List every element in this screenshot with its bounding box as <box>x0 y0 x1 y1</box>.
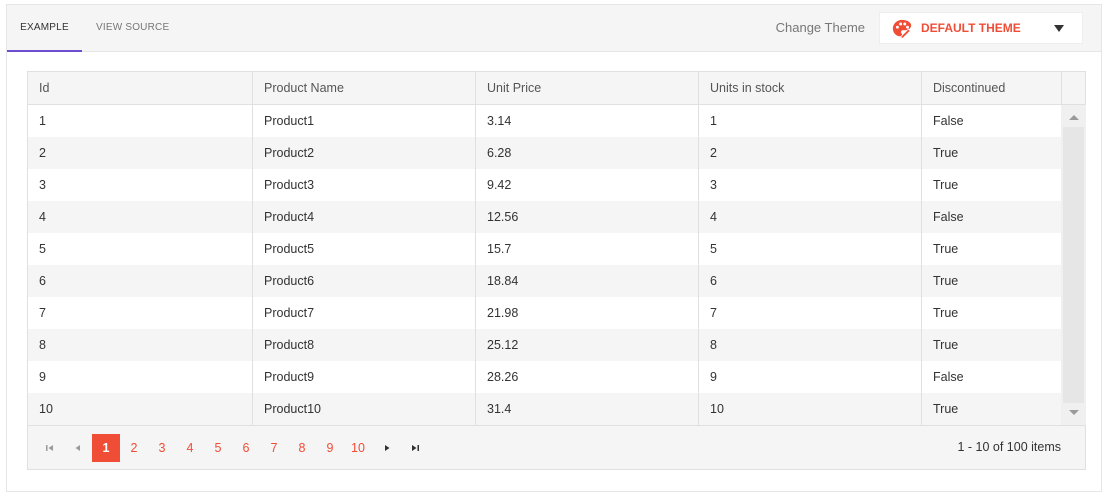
cell-unit-price: 15.7 <box>475 233 698 265</box>
table-row[interactable]: 5 Product5 15.7 5 True <box>28 233 1061 265</box>
prev-page-icon[interactable] <box>64 434 92 462</box>
page-button-10[interactable]: 10 <box>344 434 372 462</box>
demo-toolbar: Example View Source Change Theme Default… <box>7 5 1101 52</box>
cell-id: 8 <box>39 338 46 352</box>
page-button-4[interactable]: 4 <box>176 434 204 462</box>
cell-id: 5 <box>39 242 46 256</box>
column-header-units-in-stock[interactable]: Units in stock <box>698 72 921 104</box>
page-button-3[interactable]: 3 <box>148 434 176 462</box>
cell-discontinued: False <box>921 361 1061 393</box>
column-header-product-name[interactable]: Product Name <box>252 72 475 104</box>
column-header-id[interactable]: Id <box>28 72 252 104</box>
cell-id: 3 <box>39 178 46 192</box>
cell-unit-price: 31.4 <box>475 393 698 425</box>
grid-pager: 1 2 3 4 5 6 7 8 9 10 1 - 10 of 100 items <box>28 425 1085 469</box>
column-header-unit-price[interactable]: Unit Price <box>475 72 698 104</box>
cell-product-name: Product5 <box>252 233 475 265</box>
column-header-discontinued[interactable]: Discontinued <box>921 72 1061 104</box>
pager-info: 1 - 10 of 100 items <box>957 440 1061 454</box>
cell-product-name: Product9 <box>252 361 475 393</box>
cell-discontinued: True <box>921 329 1061 361</box>
cell-discontinued: True <box>921 297 1061 329</box>
cell-unit-price: 18.84 <box>475 265 698 297</box>
cell-id: 10 <box>39 402 53 416</box>
theme-dropdown[interactable]: Default Theme <box>879 12 1083 44</box>
cell-id: 9 <box>39 370 46 384</box>
table-row[interactable]: 8 Product8 25.12 8 True <box>28 329 1061 361</box>
cell-product-name: Product8 <box>252 329 475 361</box>
cell-product-name: Product3 <box>252 169 475 201</box>
page-button-2[interactable]: 2 <box>120 434 148 462</box>
cell-product-name: Product4 <box>252 201 475 233</box>
cell-discontinued: True <box>921 137 1061 169</box>
change-theme-label: Change Theme <box>775 20 865 35</box>
cell-product-name: Product2 <box>252 137 475 169</box>
table-row[interactable]: 6 Product6 18.84 6 True <box>28 265 1061 297</box>
cell-unit-price: 12.56 <box>475 201 698 233</box>
cell-unit-price: 9.42 <box>475 169 698 201</box>
cell-units-in-stock: 2 <box>698 137 921 169</box>
table-row[interactable]: 3 Product3 9.42 3 True <box>28 169 1061 201</box>
cell-product-name: Product1 <box>252 105 475 137</box>
palette-icon <box>892 19 912 39</box>
cell-units-in-stock: 7 <box>698 297 921 329</box>
scroll-down-arrow-icon[interactable] <box>1069 410 1079 415</box>
cell-units-in-stock: 3 <box>698 169 921 201</box>
cell-units-in-stock: 5 <box>698 233 921 265</box>
first-page-icon[interactable] <box>36 434 64 462</box>
grid-body: 1 Product1 3.14 1 False 2 Product2 6.28 … <box>28 105 1061 425</box>
scrollbar-header-spacer <box>1061 72 1086 104</box>
cell-unit-price: 28.26 <box>475 361 698 393</box>
scroll-up-arrow-icon[interactable] <box>1069 115 1079 120</box>
tab-example[interactable]: Example <box>7 5 82 52</box>
page-button-7[interactable]: 7 <box>260 434 288 462</box>
tab-view-source[interactable]: View Source <box>96 5 169 52</box>
chevron-down-icon <box>1054 25 1064 32</box>
theme-dropdown-value: Default Theme <box>921 21 1021 35</box>
cell-discontinued: False <box>921 105 1061 137</box>
products-grid: Id Product Name Unit Price Units in stoc… <box>27 71 1086 470</box>
page-button-9[interactable]: 9 <box>316 434 344 462</box>
cell-discontinued: True <box>921 233 1061 265</box>
grid-header: Id Product Name Unit Price Units in stoc… <box>28 72 1085 105</box>
last-page-icon[interactable] <box>401 434 429 462</box>
cell-units-in-stock: 9 <box>698 361 921 393</box>
cell-discontinued: True <box>921 169 1061 201</box>
page-button-6[interactable]: 6 <box>232 434 260 462</box>
cell-unit-price: 6.28 <box>475 137 698 169</box>
cell-product-name: Product7 <box>252 297 475 329</box>
next-page-icon[interactable] <box>373 434 401 462</box>
cell-unit-price: 3.14 <box>475 105 698 137</box>
cell-id: 2 <box>39 146 46 160</box>
cell-units-in-stock: 1 <box>698 105 921 137</box>
scrollbar-thumb[interactable] <box>1063 127 1084 403</box>
cell-discontinued: True <box>921 393 1061 425</box>
cell-discontinued: True <box>921 265 1061 297</box>
cell-id: 4 <box>39 210 46 224</box>
cell-product-name: Product10 <box>252 393 475 425</box>
cell-units-in-stock: 6 <box>698 265 921 297</box>
table-row[interactable]: 10 Product10 31.4 10 True <box>28 393 1061 425</box>
vertical-scrollbar[interactable] <box>1061 105 1086 425</box>
page-button-1[interactable]: 1 <box>92 434 120 462</box>
cell-discontinued: False <box>921 201 1061 233</box>
cell-units-in-stock: 8 <box>698 329 921 361</box>
demo-frame: Example View Source Change Theme Default… <box>6 4 1102 492</box>
cell-product-name: Product6 <box>252 265 475 297</box>
cell-units-in-stock: 10 <box>698 393 921 425</box>
cell-id: 7 <box>39 306 46 320</box>
cell-id: 6 <box>39 274 46 288</box>
page-button-8[interactable]: 8 <box>288 434 316 462</box>
table-row[interactable]: 9 Product9 28.26 9 False <box>28 361 1061 393</box>
cell-unit-price: 25.12 <box>475 329 698 361</box>
cell-unit-price: 21.98 <box>475 297 698 329</box>
cell-units-in-stock: 4 <box>698 201 921 233</box>
cell-id: 1 <box>39 114 46 128</box>
table-row[interactable]: 2 Product2 6.28 2 True <box>28 137 1061 169</box>
table-row[interactable]: 1 Product1 3.14 1 False <box>28 105 1061 137</box>
table-row[interactable]: 4 Product4 12.56 4 False <box>28 201 1061 233</box>
table-row[interactable]: 7 Product7 21.98 7 True <box>28 297 1061 329</box>
page-button-5[interactable]: 5 <box>204 434 232 462</box>
